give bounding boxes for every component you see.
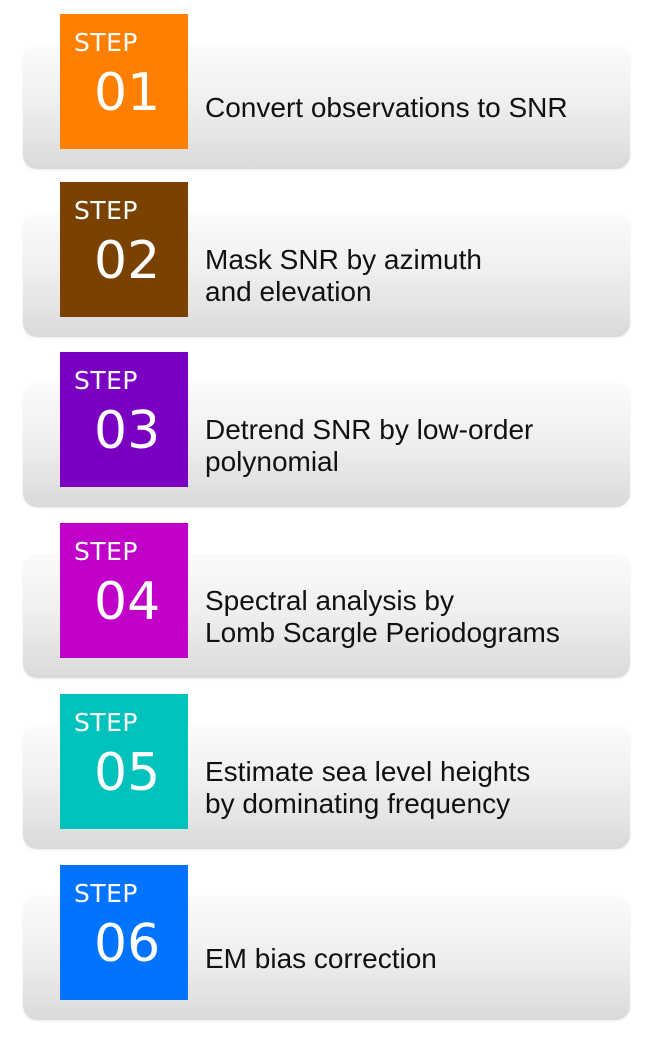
step-number: 04 <box>94 572 161 632</box>
description-line: by dominating frequency <box>205 788 511 819</box>
step-badge: STEP 04 <box>60 523 188 658</box>
step-05: STEP 05 Estimate sea level heights by do… <box>0 694 661 854</box>
step-label: STEP <box>74 537 139 566</box>
step-04: STEP 04 Spectral analysis by Lomb Scargl… <box>0 523 661 683</box>
step-label: STEP <box>74 196 139 225</box>
step-description: Spectral analysis by Lomb Scargle Period… <box>205 575 635 659</box>
step-label: STEP <box>74 28 139 57</box>
description-line: EM bias correction <box>205 943 437 974</box>
step-number: 05 <box>94 743 161 803</box>
description-line: and elevation <box>205 276 372 307</box>
step-description: Mask SNR by azimuth and elevation <box>205 234 635 318</box>
description-line: Lomb Scargle Periodograms <box>205 617 560 648</box>
description-line: polynomial <box>205 446 339 477</box>
step-number: 01 <box>94 63 161 123</box>
step-number: 02 <box>94 231 161 291</box>
description-line: Spectral analysis by <box>205 585 455 616</box>
step-description: Convert observations to SNR <box>205 66 635 150</box>
step-badge: STEP 06 <box>60 865 188 1000</box>
step-label: STEP <box>74 708 139 737</box>
step-number: 06 <box>94 914 161 974</box>
description-line: Convert observations to SNR <box>205 92 568 123</box>
step-badge: STEP 01 <box>60 14 188 149</box>
description-line: Mask SNR by azimuth <box>205 244 482 275</box>
description-line: Detrend SNR by low-order <box>205 414 534 445</box>
step-description: EM bias correction <box>205 917 635 1001</box>
step-label: STEP <box>74 366 139 395</box>
step-01: STEP 01 Convert observations to SNR <box>0 14 661 174</box>
step-number: 03 <box>94 401 161 461</box>
step-label: STEP <box>74 879 139 908</box>
step-03: STEP 03 Detrend SNR by low-order polynom… <box>0 352 661 512</box>
step-badge: STEP 03 <box>60 352 188 487</box>
step-description: Detrend SNR by low-order polynomial <box>205 404 635 488</box>
step-02: STEP 02 Mask SNR by azimuth and elevatio… <box>0 182 661 342</box>
description-line: Estimate sea level heights <box>205 756 531 787</box>
step-badge: STEP 05 <box>60 694 188 829</box>
step-06: STEP 06 EM bias correction <box>0 865 661 1025</box>
step-badge: STEP 02 <box>60 182 188 317</box>
step-description: Estimate sea level heights by dominating… <box>205 746 635 830</box>
